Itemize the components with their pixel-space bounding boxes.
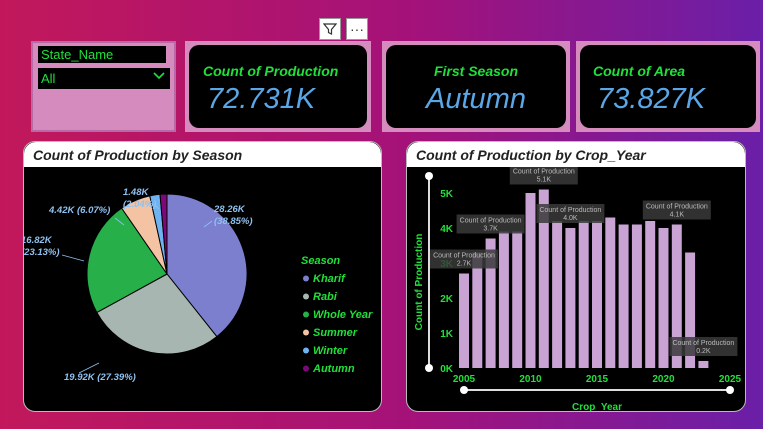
- bar[interactable]: [592, 221, 602, 368]
- bar-chart-panel: Count of Production by Crop_Year 0K 1K 2K 3…: [406, 141, 746, 412]
- y-tick-label: 4K: [440, 224, 454, 235]
- data-tooltip: Count of Production3.7K: [456, 214, 525, 234]
- y-tick-label: 2K: [440, 294, 454, 305]
- tooltip-label: Count of Production: [646, 204, 708, 211]
- tooltip-label: Count of Production: [433, 253, 495, 260]
- legend-item-whole-year[interactable]: Whole Year: [313, 309, 373, 321]
- horizontal-range-slider-handle-right[interactable]: [726, 386, 734, 394]
- x-tick-label: 2005: [453, 374, 476, 385]
- horizontal-range-slider-handle-left[interactable]: [460, 386, 468, 394]
- kpi-card-body: First Season Autumn: [386, 45, 566, 128]
- kpi-card-count-of-production: Count of Production 72.731K: [185, 41, 371, 132]
- kpi-label: First Season: [433, 63, 519, 79]
- filter-icon[interactable]: [319, 18, 341, 40]
- kpi-card-first-season: First Season Autumn: [382, 41, 570, 132]
- more-options-icon[interactable]: ···: [346, 18, 368, 40]
- pie-data-label: 1.48K (2.04%): [123, 187, 156, 210]
- x-tick-label: 2015: [586, 374, 609, 385]
- tooltip-value: 4.0K: [563, 215, 578, 222]
- bar[interactable]: [658, 228, 669, 368]
- kpi-label: Count of Production: [203, 63, 339, 79]
- chevron-down-icon: [153, 72, 165, 80]
- kpi-card-body: Count of Area 73.827K: [580, 45, 756, 128]
- pie-chart-title: Count of Production by Season: [33, 147, 243, 163]
- legend-item-rabi[interactable]: Rabi: [313, 291, 338, 303]
- tooltip-label: Count of Production: [672, 340, 734, 347]
- x-tick-label: 2010: [519, 374, 542, 385]
- data-tooltip: Count of Production4.1K: [642, 200, 711, 220]
- bar[interactable]: [459, 273, 469, 369]
- y-tick-label: 1K: [440, 329, 454, 340]
- data-tooltip: Count of Production0.2K: [669, 337, 738, 356]
- data-tooltip: Count of Production2.7K: [430, 249, 498, 269]
- legend-item-kharif[interactable]: Kharif: [313, 273, 346, 285]
- vertical-range-slider-handle-top[interactable]: [425, 172, 433, 180]
- kpi-value: 73.827K: [597, 83, 706, 115]
- pie-data-label: 28.26K (38.85%): [213, 204, 253, 227]
- legend-title: Season: [301, 255, 340, 267]
- kpi-label: Count of Area: [593, 63, 686, 79]
- bar[interactable]: [631, 224, 642, 369]
- bar[interactable]: [645, 221, 656, 368]
- legend-marker: [303, 365, 309, 372]
- legend-item-winter[interactable]: Winter: [313, 345, 348, 357]
- legend-marker: [303, 311, 309, 318]
- x-axis-label: Crop_Year: [572, 402, 622, 412]
- kpi-card-count-of-area: Count of Area 73.827K: [576, 41, 760, 132]
- pie-leader-line: [61, 254, 85, 262]
- kpi-value: 72.731K: [207, 83, 316, 115]
- bar-chart: 0K1K2K3K4K5K Count of Production2.7KCoun…: [414, 167, 742, 412]
- tooltip-value: 4.1K: [670, 212, 685, 219]
- bar[interactable]: [525, 193, 536, 368]
- state-name-slicer: State_Name All: [31, 41, 176, 132]
- tooltip-value: 3.7K: [483, 226, 498, 233]
- panel-header: Count of Production by Season: [24, 142, 381, 167]
- legend-marker: [303, 329, 309, 336]
- data-tooltip: Count of Production5.1K: [509, 167, 578, 185]
- pie-chart: 28.26K (38.85%) 19.92K (27.39%) 16.82K (23.1…: [24, 187, 373, 383]
- tooltip-value: 5.1K: [537, 177, 552, 184]
- y-tick-label: 0K: [440, 364, 454, 375]
- pie-data-label: 4.42K (6.07%): [48, 205, 110, 216]
- legend-marker: [303, 347, 309, 354]
- bar[interactable]: [472, 252, 483, 369]
- vertical-range-slider-handle-bottom[interactable]: [425, 364, 433, 372]
- bar[interactable]: [512, 231, 523, 369]
- bar[interactable]: [498, 231, 509, 369]
- legend-marker: [303, 275, 309, 282]
- pie-chart-panel: Count of Production by Season 28.26K (38.…: [23, 141, 382, 412]
- more-options-glyph: ···: [350, 21, 364, 37]
- legend-item-summer[interactable]: Summer: [313, 327, 358, 339]
- kpi-card-body: Count of Production 72.731K: [189, 45, 367, 128]
- pie-data-label: 16.82K (23.13%): [24, 235, 60, 258]
- data-tooltip: Count of Production4.0K: [536, 204, 605, 223]
- bar[interactable]: [565, 228, 576, 368]
- x-tick-label: 2025: [719, 374, 742, 385]
- bar[interactable]: [578, 221, 589, 368]
- tooltip-label: Count of Production: [460, 218, 522, 225]
- panel-header: Count of Production by Crop_Year: [407, 142, 745, 167]
- tooltip-value: 0.2K: [696, 348, 711, 355]
- legend-item-autumn[interactable]: Autumn: [312, 363, 355, 375]
- tooltip-label: Count of Production: [513, 169, 575, 176]
- bar[interactable]: [698, 361, 709, 368]
- y-axis-label: Count of Production: [414, 234, 425, 331]
- kpi-value: Autumn: [426, 83, 526, 115]
- x-tick-label: 2020: [652, 374, 675, 385]
- tooltip-value: 2.7K: [457, 261, 472, 268]
- slicer-selected-value: All: [41, 71, 56, 86]
- bar[interactable]: [605, 217, 616, 369]
- slicer-title: State_Name: [38, 46, 166, 63]
- pie-data-label: 19.92K (27.39%): [64, 372, 136, 383]
- y-tick-label: 5K: [440, 189, 454, 200]
- tooltip-label: Count of Production: [539, 207, 601, 214]
- bar-chart-title: Count of Production by Crop_Year: [416, 147, 646, 163]
- legend-marker: [303, 293, 309, 300]
- bar[interactable]: [618, 224, 629, 369]
- bar[interactable]: [552, 221, 563, 368]
- state-name-dropdown[interactable]: All: [38, 68, 170, 89]
